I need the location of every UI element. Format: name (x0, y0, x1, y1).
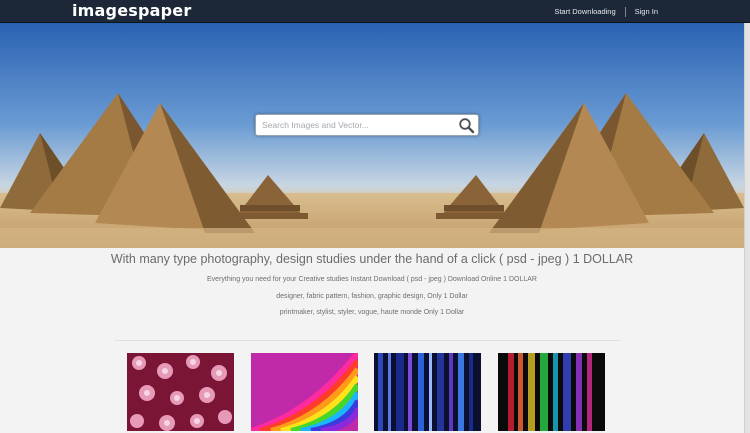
site-logo[interactable]: imagespaper (72, 1, 191, 21)
page-scrollbar[interactable] (744, 23, 750, 433)
thumbnail-pink-floral-pattern[interactable] (127, 353, 234, 431)
intro-line-2: designer, fabric pattern, fashion, graph… (276, 293, 468, 300)
thumbnail-blue-vertical-stripes[interactable] (374, 353, 481, 431)
search-box[interactable]: Search Images and Vector... (255, 114, 479, 136)
site-headline: With many type photography, design studi… (110, 252, 634, 266)
intro-line-1: Everything you need for your Creative st… (207, 276, 537, 283)
nav-divider (624, 6, 626, 17)
search-icon[interactable] (458, 117, 475, 134)
account-links: Start Downloading Sign In (554, 0, 658, 23)
sign-in-link[interactable]: Sign In (635, 7, 658, 16)
start-downloading-link[interactable]: Start Downloading (554, 7, 615, 16)
search-input[interactable]: Search Images and Vector... (262, 120, 369, 130)
thumbnail-color-spectrum-bars[interactable] (498, 353, 605, 431)
top-navigation-bar: imagespaper Start Downloading Sign In (0, 0, 750, 23)
intro-line-3: printmaker, stylist, styler, vogue, haut… (279, 309, 465, 316)
thumbnail-rainbow-curves[interactable] (251, 353, 358, 431)
section-divider (115, 340, 620, 341)
